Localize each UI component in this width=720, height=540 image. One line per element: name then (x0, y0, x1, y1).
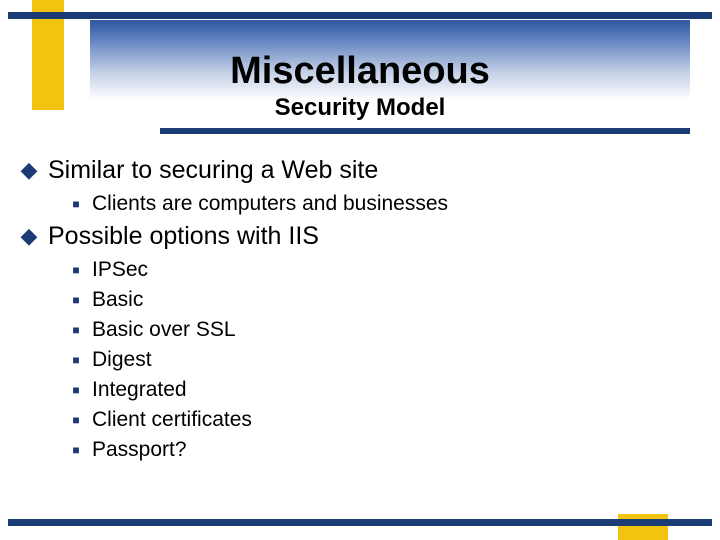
decor-title-underline (160, 128, 690, 134)
decor-bottom-blue-line (8, 519, 712, 526)
bullet-level2: ■ Digest (70, 347, 700, 373)
square-bullet-icon: ■ (70, 317, 82, 343)
bullet-text: Similar to securing a Web site (48, 155, 378, 185)
bullet-text: Basic over SSL (92, 317, 236, 343)
bullet-level2: ■ IPSec (70, 257, 700, 283)
bullet-text: Clients are computers and businesses (92, 191, 448, 217)
square-bullet-icon: ■ (70, 407, 82, 433)
content-area: ◆ Similar to securing a Web site ■ Clien… (20, 155, 700, 467)
square-bullet-icon: ■ (70, 257, 82, 283)
bullet-text: Client certificates (92, 407, 252, 433)
bullet-level2: ■ Clients are computers and businesses (70, 191, 700, 217)
bullet-level2: ■ Client certificates (70, 407, 700, 433)
slide-title: Miscellaneous (0, 50, 720, 93)
bullet-level2: ■ Basic over SSL (70, 317, 700, 343)
square-bullet-icon: ■ (70, 287, 82, 313)
bullet-level2: ■ Integrated (70, 377, 700, 403)
bullet-level2: ■ Basic (70, 287, 700, 313)
bullet-text: IPSec (92, 257, 148, 283)
square-bullet-icon: ■ (70, 437, 82, 463)
bullet-text: Passport? (92, 437, 187, 463)
bullet-text: Possible options with IIS (48, 221, 319, 251)
bullet-text: Basic (92, 287, 143, 313)
bullet-text: Digest (92, 347, 152, 373)
bullet-level2: ■ Passport? (70, 437, 700, 463)
decor-top-blue-line (8, 12, 712, 19)
diamond-bullet-icon: ◆ (20, 155, 38, 185)
bullet-level1: ◆ Possible options with IIS (20, 221, 700, 251)
square-bullet-icon: ■ (70, 191, 82, 217)
bullet-text: Integrated (92, 377, 187, 403)
slide-subtitle: Security Model (0, 94, 720, 122)
slide: Miscellaneous Security Model ◆ Similar t… (0, 0, 720, 540)
diamond-bullet-icon: ◆ (20, 221, 38, 251)
bullet-level1: ◆ Similar to securing a Web site (20, 155, 700, 185)
square-bullet-icon: ■ (70, 377, 82, 403)
decor-bottom-yellow (618, 514, 668, 540)
square-bullet-icon: ■ (70, 347, 82, 373)
